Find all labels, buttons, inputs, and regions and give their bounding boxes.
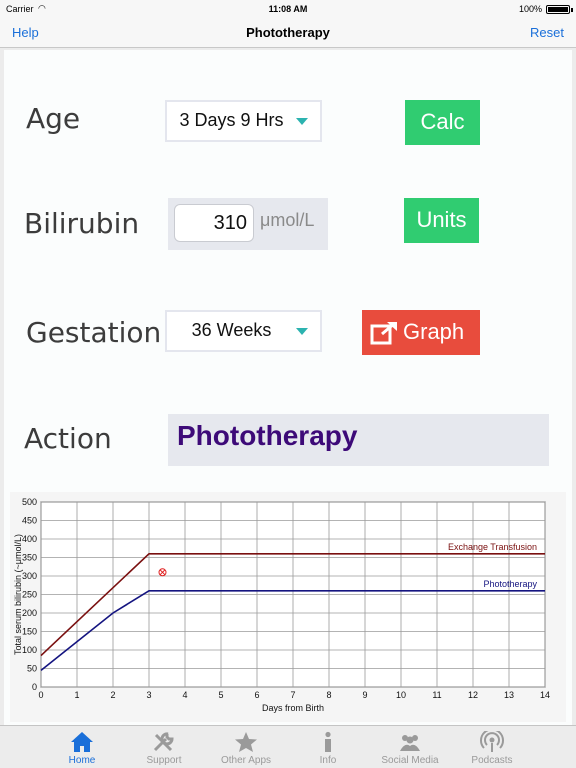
battery-percent: 100% bbox=[518, 4, 542, 14]
series-label: Phototherapy bbox=[483, 579, 537, 589]
x-tick-label: 5 bbox=[218, 690, 223, 700]
graph-button-label: Graph bbox=[403, 319, 465, 344]
status-bar: Carrier ◠ 11:08 AM 100% bbox=[0, 0, 576, 18]
tab-social-media[interactable]: Social Media bbox=[369, 726, 451, 768]
x-tick-label: 0 bbox=[38, 690, 43, 700]
y-tick-label: 500 bbox=[22, 497, 37, 507]
series-label: Exchange Transfusion bbox=[448, 542, 537, 552]
action-label: Action bbox=[24, 422, 112, 455]
chart-svg: 0 1 2 3 4 5 6 7 8 9 10 11 12 13 1405010015020025030035… bbox=[13, 497, 550, 713]
tab-label: Other Apps bbox=[220, 755, 272, 766]
main-content: Age 3 Days 9 Hrs Calc Bilirubin 310 μmol… bbox=[4, 50, 572, 725]
bilirubin-input[interactable]: 310 bbox=[174, 204, 254, 242]
x-tick-label: 1 bbox=[74, 690, 79, 700]
bilirubin-chart: 0 1 2 3 4 5 6 7 8 9 10 11 12 13 14 0 50 100 150 200 250 300 35… bbox=[10, 492, 566, 722]
y-tick-label: 300 bbox=[22, 571, 37, 581]
tab-info[interactable]: Info bbox=[287, 726, 369, 768]
tab-podcasts[interactable]: Podcasts bbox=[451, 726, 533, 768]
x-tick-label: 14 bbox=[540, 690, 550, 700]
action-value: Phototherapy bbox=[177, 420, 358, 451]
y-tick-label: 100 bbox=[22, 645, 37, 655]
tab-label: Home bbox=[68, 755, 96, 766]
tab-other-apps[interactable]: Other Apps bbox=[205, 726, 287, 768]
x-tick-label: 8 bbox=[326, 690, 331, 700]
star-icon bbox=[235, 732, 257, 752]
tab-label: Social Media bbox=[381, 755, 439, 766]
external-link-icon bbox=[370, 321, 397, 345]
chevron-down-icon bbox=[296, 118, 308, 125]
y-tick-label: 150 bbox=[22, 627, 37, 637]
y-tick-label: 50 bbox=[27, 664, 37, 674]
bilirubin-field-group: 310 μmol/L bbox=[168, 198, 328, 250]
people-icon bbox=[400, 735, 420, 751]
gestation-picker[interactable]: 36 Weeks bbox=[165, 310, 322, 352]
tab-label: Info bbox=[319, 755, 337, 766]
age-label: Age bbox=[26, 102, 81, 135]
x-tick-label: 3 bbox=[146, 690, 151, 700]
y-axis-label: Total serum bilirubin (~μmol/L) bbox=[13, 534, 23, 655]
status-time: 11:08 AM bbox=[268, 4, 308, 14]
wrench-icon bbox=[153, 732, 174, 752]
battery-tip bbox=[571, 8, 573, 12]
page-title: Phototherapy bbox=[246, 25, 330, 40]
x-tick-label: 4 bbox=[182, 690, 187, 700]
bilirubin-unit: μmol/L bbox=[260, 210, 315, 230]
tab-home[interactable]: Home bbox=[41, 726, 123, 768]
age-picker[interactable]: 3 Days 9 Hrs bbox=[165, 100, 322, 142]
tab-support[interactable]: Support bbox=[123, 726, 205, 768]
y-tick-label: 250 bbox=[22, 590, 37, 600]
x-tick-label: 11 bbox=[432, 690, 441, 700]
navigation-bar: Help Phototherapy Reset bbox=[0, 18, 576, 48]
tab-label: Podcasts bbox=[471, 755, 513, 766]
x-tick-label: 13 bbox=[504, 690, 514, 700]
units-button[interactable]: Units bbox=[404, 198, 479, 243]
y-tick-label: 0 bbox=[32, 682, 37, 692]
action-result-box: Phototherapy bbox=[168, 414, 549, 466]
podcast-icon bbox=[480, 731, 504, 752]
x-tick-label: 12 bbox=[468, 690, 478, 700]
y-tick-label: 450 bbox=[22, 516, 37, 526]
x-tick-label: 2 bbox=[110, 690, 115, 700]
tab-bar: Home Support Other Apps Info Social Medi… bbox=[0, 725, 576, 768]
x-tick-label: 9 bbox=[362, 690, 367, 700]
graph-button[interactable]: Graph bbox=[362, 310, 480, 355]
x-axis-label: Days from Birth bbox=[262, 703, 324, 713]
x-tick-label: 10 bbox=[396, 690, 406, 700]
y-tick-label: 400 bbox=[22, 534, 37, 544]
chevron-down-icon bbox=[296, 328, 308, 335]
reset-button[interactable]: Reset bbox=[530, 25, 564, 40]
info-icon bbox=[325, 731, 331, 752]
y-tick-label: 350 bbox=[22, 553, 37, 563]
battery-icon bbox=[546, 5, 570, 14]
x-tick-label: 6 bbox=[254, 690, 259, 700]
age-value: 3 Days 9 Hrs bbox=[179, 110, 284, 130]
calc-button[interactable]: Calc bbox=[405, 100, 480, 145]
bilirubin-label: Bilirubin bbox=[24, 207, 140, 240]
y-tick-label: 200 bbox=[22, 608, 37, 618]
gestation-value: 36 Weeks bbox=[191, 320, 272, 340]
gestation-label: Gestation bbox=[26, 316, 162, 349]
home-icon bbox=[71, 732, 93, 752]
x-tick-label: 7 bbox=[290, 690, 295, 700]
tab-label: Support bbox=[146, 755, 182, 766]
